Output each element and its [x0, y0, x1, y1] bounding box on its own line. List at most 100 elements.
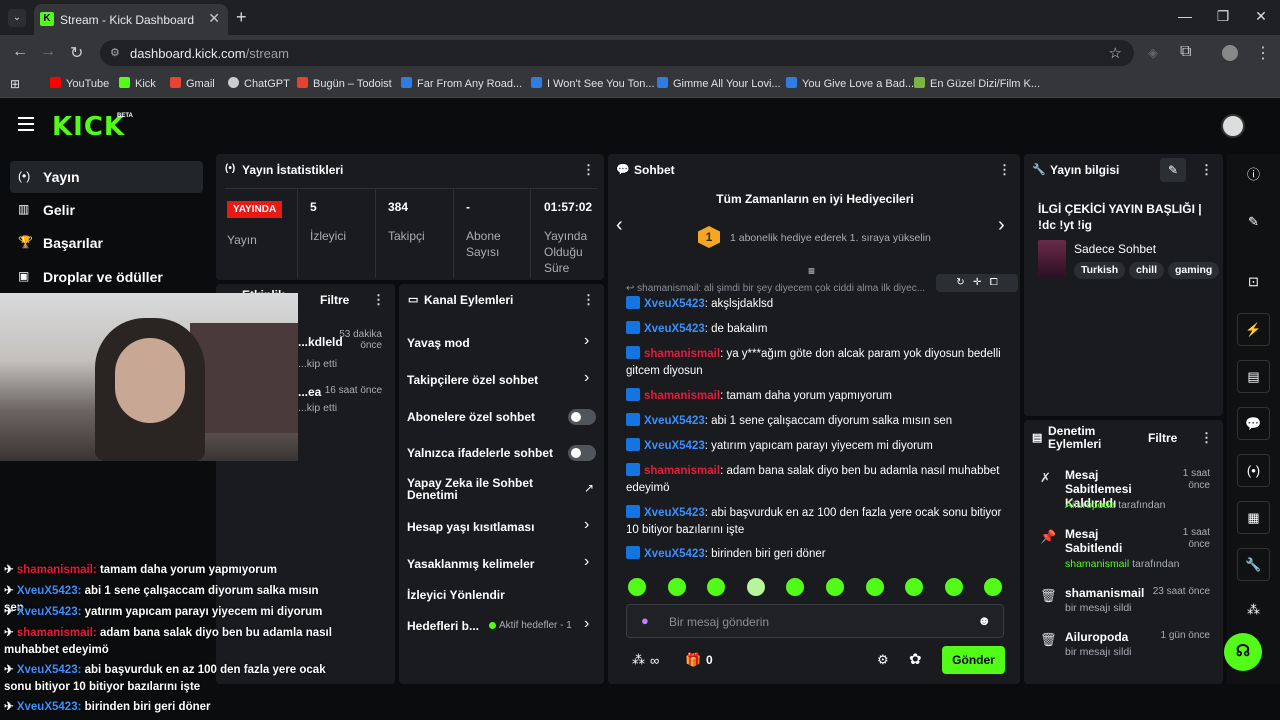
overlay-chat-line: ✈ shamanismail: adam bana salak diyo ben… — [4, 627, 332, 656]
community-icon[interactable]: ⁂ — [1237, 594, 1270, 627]
bookmark-2[interactable]: I Won't See You Ton... — [531, 77, 655, 90]
chat-settings-icon[interactable]: ⚙ — [877, 652, 889, 668]
overlay-chat-line: ✈ XveuX5423: yatırım yapıcam parayı yiye… — [4, 606, 323, 618]
chat-input-placeholder: Bir mesaj gönderin — [669, 615, 770, 629]
tab-list-button[interactable]: ⌄ — [8, 9, 26, 27]
chevron-left-icon[interactable]: ‹ — [616, 214, 623, 237]
kick-header — [0, 99, 1280, 153]
apps-grid-icon[interactable]: ⊞ — [10, 77, 20, 91]
emote-icon[interactable] — [866, 578, 884, 596]
bookmark-4[interactable]: You Give Love a Bad... — [786, 77, 914, 90]
profile-avatar[interactable] — [1222, 45, 1238, 61]
chevron-right-icon[interactable]: › — [584, 553, 589, 571]
sidebar-item-basarilar[interactable]: 🏆 Başarılar — [10, 227, 203, 259]
moderation-item: ✗ Mesaj Sabitlemesi Kaldırıldı 1 saat ön… — [1040, 468, 1210, 511]
chevron-right-icon[interactable]: › — [584, 516, 589, 534]
bookmark-chatgpt[interactable]: ChatGPT — [228, 77, 290, 90]
window-close-icon[interactable]: ✕ — [1242, 0, 1280, 32]
subs-only-toggle[interactable] — [568, 409, 596, 425]
collapse-icon[interactable]: ≡ — [808, 264, 815, 278]
stream-info-menu-icon[interactable]: ⋮ — [1200, 162, 1213, 178]
emote-icon[interactable] — [905, 578, 923, 596]
bookmark-3[interactable]: Gimme All Your Lovi... — [657, 77, 781, 90]
chat-input[interactable]: ● Bir mesaj gönderin ☻ — [626, 604, 1004, 638]
bookmark-kick[interactable]: Kick — [119, 77, 156, 90]
microphone-icon[interactable]: ● — [641, 613, 649, 628]
goals-label: Hedefleri b... — [407, 619, 480, 633]
emote-icon[interactable] — [826, 578, 844, 596]
site-info-icon[interactable]: ⚙ — [110, 46, 120, 59]
chevron-right-icon[interactable]: › — [584, 369, 589, 387]
reload-icon[interactable]: ↻ — [70, 43, 83, 63]
info-icon[interactable]: ⓘ — [1237, 159, 1270, 192]
bookmark-youtube[interactable]: YouTube — [50, 77, 109, 90]
send-button[interactable]: Gönder — [942, 646, 1005, 674]
emote-picker-icon[interactable]: ✿ — [909, 650, 922, 668]
extension-icon[interactable]: ◈ — [1148, 45, 1158, 61]
goals-status-dot — [489, 622, 496, 629]
subs-label: Abone Sayısı — [466, 229, 501, 259]
chat-menu-icon[interactable]: ⋮ — [998, 162, 1011, 178]
moderation-menu-icon[interactable]: ⋮ — [1200, 430, 1213, 446]
lightning-icon[interactable]: ⚡ — [1237, 313, 1270, 346]
chevron-right-icon[interactable]: › — [998, 214, 1005, 237]
channel-actions-menu-icon[interactable]: ⋮ — [582, 292, 595, 308]
activity-item-action: ...kip etti — [298, 402, 338, 414]
emotes-only-toggle[interactable] — [568, 445, 596, 461]
sidebar-item-droplar[interactable]: ▣ Droplar ve ödüller — [10, 261, 203, 293]
edit-icon[interactable]: ✎ — [1160, 158, 1186, 182]
category-name: Sadece Sohbet — [1074, 242, 1157, 256]
emote-icon[interactable] — [707, 578, 725, 596]
pencil-icon[interactable]: ✎ — [1237, 206, 1270, 239]
gift-count: 0 — [706, 653, 713, 667]
back-icon[interactable]: ← — [12, 43, 28, 61]
new-tab-icon[interactable]: + — [236, 7, 247, 28]
maximize-icon[interactable]: ❐ — [1204, 0, 1242, 32]
moderation-filter-button[interactable]: Filtre — [1148, 431, 1177, 445]
sidebar-item-gelir[interactable]: ▥ Gelir — [10, 194, 203, 226]
broadcast-icon[interactable]: (•) — [1237, 454, 1270, 487]
message-actions[interactable]: ↻ ✛ ⧠ — [936, 274, 1018, 292]
sidebar-item-yayin[interactable]: (•) Yayın — [10, 161, 203, 193]
emote-icon[interactable] — [786, 578, 804, 596]
forward-icon[interactable]: → — [40, 43, 56, 61]
notes-icon[interactable]: ▤ — [1237, 360, 1270, 393]
address-bar[interactable]: ⚙ dashboard.kick.com/stream ☆ — [100, 40, 1134, 66]
bookmark-todoist[interactable]: Bugün – Todoist — [297, 77, 392, 90]
browser-tab[interactable]: K Stream - Kick Dashboard ✕ — [34, 4, 228, 35]
emote-icon[interactable] — [945, 578, 963, 596]
chevron-right-icon[interactable]: › — [584, 332, 589, 350]
redirect-viewers-label[interactable]: İzleyici Yönlendir — [407, 588, 505, 602]
browser-menu-icon[interactable]: ⋮ — [1255, 43, 1271, 63]
video-icon[interactable]: ▦ — [1237, 501, 1270, 534]
emoji-icon[interactable]: ☻ — [977, 613, 991, 628]
emote-icon[interactable] — [984, 578, 1002, 596]
activity-menu-icon[interactable]: ⋮ — [372, 292, 385, 308]
gift-icon[interactable]: 🎁 — [685, 652, 701, 668]
emote-icon[interactable] — [628, 578, 646, 596]
emote-icon[interactable] — [747, 578, 765, 596]
webcam-face — [115, 338, 185, 423]
minimize-icon[interactable]: — — [1166, 0, 1204, 32]
kick-logo[interactable]: KICK — [52, 112, 125, 142]
user-avatar[interactable] — [1221, 114, 1245, 138]
hamburger-menu-icon[interactable] — [18, 117, 34, 131]
close-tab-icon[interactable]: ✕ — [208, 10, 220, 27]
extensions-puzzle-icon[interactable]: ⧉ — [1180, 43, 1191, 61]
emote-icon[interactable] — [668, 578, 686, 596]
bookmark-5[interactable]: En Güzel Dizi/Film K... — [914, 77, 1040, 90]
chat-icon[interactable]: 💬 — [1237, 407, 1270, 440]
chevron-right-icon[interactable]: › — [584, 615, 589, 633]
wrench-icon[interactable]: 🔧 — [1237, 548, 1270, 581]
stats-menu-icon[interactable]: ⋮ — [582, 162, 595, 178]
bookmark-star-icon[interactable]: ☆ — [1109, 44, 1122, 62]
external-link-icon[interactable]: ↗ — [584, 481, 594, 495]
support-headset-icon[interactable]: ☊ — [1224, 633, 1262, 671]
tab-title: Stream - Kick Dashboard — [60, 13, 195, 27]
bookmark-gmail[interactable]: Gmail — [170, 77, 215, 90]
bookmark-1[interactable]: Far From Any Road... — [401, 77, 522, 90]
activity-filter-button[interactable]: Filtre — [320, 293, 349, 307]
screenshot-icon[interactable]: ⊡ — [1237, 266, 1270, 299]
tag: gaming — [1168, 262, 1220, 279]
top-gifters-text: 1 abonelik hediye ederek 1. sıraya yükse… — [730, 232, 931, 244]
